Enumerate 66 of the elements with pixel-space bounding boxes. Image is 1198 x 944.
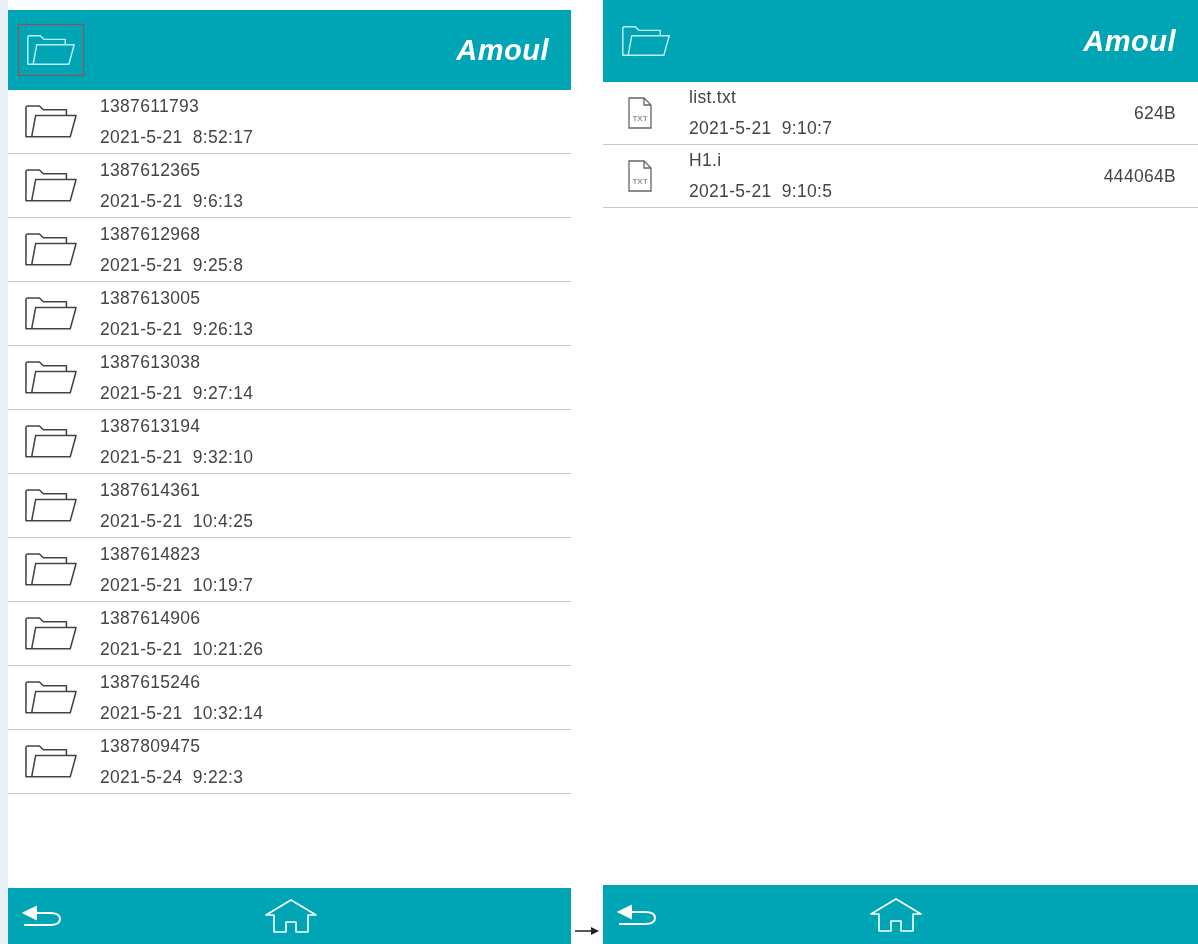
folder-icon: [24, 551, 78, 588]
folder-date: 2021-5-21 10:19:7: [100, 573, 255, 597]
folder-icon: [24, 103, 78, 140]
home-icon: [869, 896, 923, 933]
folder-icon: [24, 231, 78, 268]
home-button[interactable]: [264, 898, 318, 934]
folder-name: 1387614823: [100, 542, 202, 566]
folder-name: 1387614906: [100, 606, 202, 630]
home-button[interactable]: [869, 896, 923, 933]
folder-icon: [24, 423, 78, 460]
folder-date: 2021-5-21 10:32:14: [100, 701, 265, 725]
file-date: 2021-5-21 9:10:7: [689, 117, 834, 140]
folder-row[interactable]: 1387613038 2021-5-21 9:27:14: [8, 346, 571, 410]
logo: Amoul: [1083, 24, 1176, 58]
back-button[interactable]: [615, 903, 659, 926]
folder-icon: [24, 679, 78, 716]
file-size: 444064B: [1103, 165, 1176, 187]
back-icon: [615, 903, 659, 926]
folder-date: 2021-5-21 8:52:17: [100, 125, 255, 149]
folder-name: 1387613005: [100, 286, 202, 310]
folder-date: 2021-5-21 9:26:13: [100, 317, 255, 341]
folder-date: 2021-5-24 9:22:3: [100, 765, 245, 789]
folder-name: 1387615246: [100, 670, 202, 694]
arrow-icon: [575, 926, 599, 936]
folder-name: 1387612968: [100, 222, 202, 246]
folder-row[interactable]: 1387613194 2021-5-21 9:32:10: [8, 410, 571, 474]
logo: Amoul: [456, 33, 549, 67]
folder-name: 1387612365: [100, 158, 202, 182]
folder-row[interactable]: 1387614823 2021-5-21 10:19:7: [8, 538, 571, 602]
folder-row[interactable]: 1387612968 2021-5-21 9:25:8: [8, 218, 571, 282]
folder-row[interactable]: 1387613005 2021-5-21 9:26:13: [8, 282, 571, 346]
home-icon: [264, 898, 318, 934]
folder-icon: [621, 24, 671, 58]
folder-date: 2021-5-21 9:6:13: [100, 189, 245, 213]
folder-row[interactable]: 1387615246 2021-5-21 10:32:14: [8, 666, 571, 730]
folder-row[interactable]: 1387809475 2021-5-24 9:22:3: [8, 730, 571, 794]
file-row[interactable]: TXT list.txt 2021-5-21 9:10:7 624B: [603, 82, 1198, 145]
file-date: 2021-5-21 9:10:5: [689, 180, 834, 203]
folder-row[interactable]: 1387614906 2021-5-21 10:21:26: [8, 602, 571, 666]
folder-icon: [24, 167, 78, 204]
folder-icon: [24, 615, 78, 652]
folder-row[interactable]: 1387614361 2021-5-21 10:4:25: [8, 474, 571, 538]
folder-date: 2021-5-21 10:4:25: [100, 509, 255, 533]
file-name: H1.i: [689, 149, 723, 172]
folder-icon: [24, 295, 78, 332]
folder-name: 1387614361: [100, 478, 202, 502]
folder-icon: [24, 359, 78, 396]
folder-name: 1387809475: [100, 734, 202, 758]
folder-row[interactable]: 1387611793 2021-5-21 8:52:17: [8, 90, 571, 154]
folder-button[interactable]: [18, 24, 84, 76]
folder-name: 1387611793: [100, 94, 201, 118]
folder-name: 1387613038: [100, 350, 202, 374]
back-button[interactable]: [20, 905, 64, 927]
folder-date: 2021-5-21 9:27:14: [100, 381, 255, 405]
folder-date: 2021-5-21 9:32:10: [100, 445, 255, 469]
folder-icon: [24, 743, 78, 780]
folder-icon: [24, 487, 78, 524]
back-icon: [20, 905, 64, 927]
folder-row[interactable]: 1387612365 2021-5-21 9:6:13: [8, 154, 571, 218]
file-size: 624B: [1133, 102, 1176, 124]
folder-date: 2021-5-21 10:21:26: [100, 637, 265, 661]
folder-icon: [26, 33, 76, 67]
folder-name: 1387613194: [100, 414, 202, 438]
file-row[interactable]: TXT H1.i 2021-5-21 9:10:5 444064B: [603, 145, 1198, 208]
file-name: list.txt: [689, 86, 738, 109]
folder-date: 2021-5-21 9:25:8: [100, 253, 245, 277]
